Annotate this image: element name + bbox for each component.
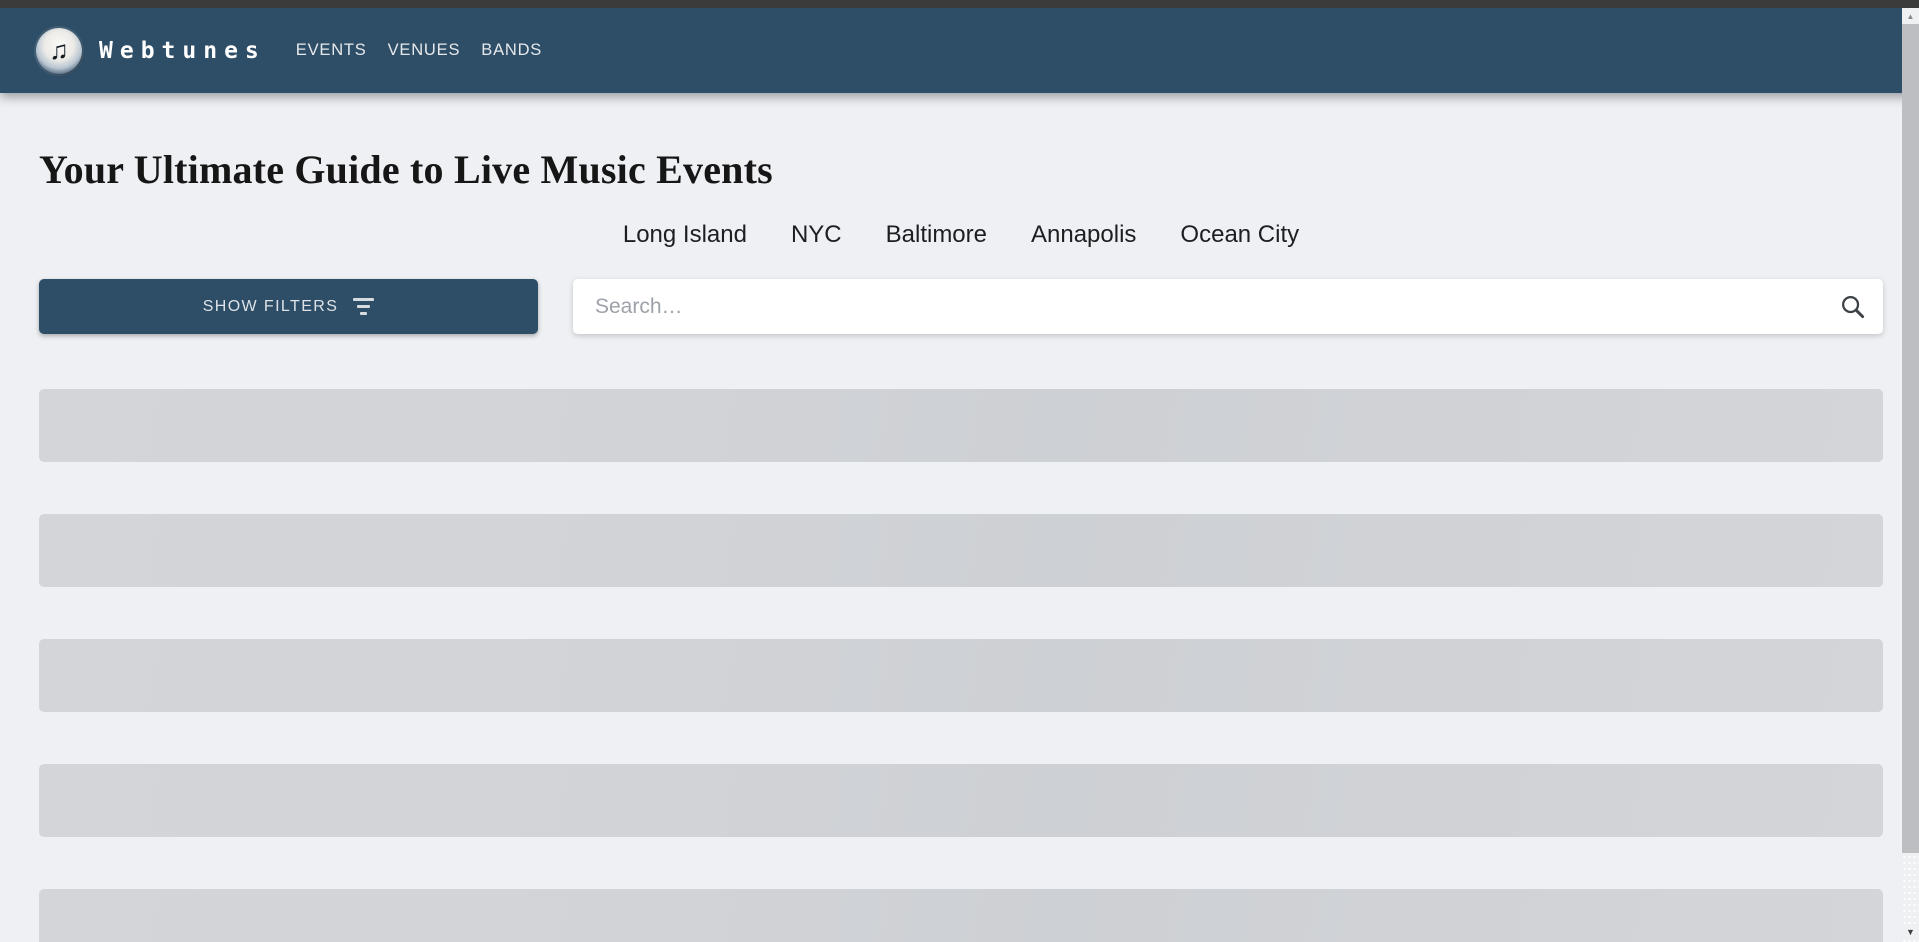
music-note-logo-icon: ♫: [36, 27, 82, 74]
nav-link-venues[interactable]: VENUES: [388, 41, 461, 60]
navbar: ♫ Webtunes EVENTS VENUES BANDS: [0, 8, 1919, 93]
skeleton-row: [39, 639, 1883, 712]
vertical-scrollbar[interactable]: ▲ ▼: [1902, 8, 1919, 942]
brand-title[interactable]: Webtunes: [99, 38, 266, 64]
city-link-annapolis[interactable]: Annapolis: [1031, 221, 1136, 249]
results-skeleton-list: [39, 389, 1883, 942]
scrollbar-thumb[interactable]: [1902, 24, 1919, 853]
skeleton-row: [39, 389, 1883, 462]
city-link-ocean-city[interactable]: Ocean City: [1180, 221, 1299, 249]
main-content: Your Ultimate Guide to Live Music Events…: [0, 93, 1902, 942]
page-title: Your Ultimate Guide to Live Music Events: [39, 147, 773, 192]
scroll-down-arrow-button[interactable]: ▼: [1902, 924, 1919, 940]
controls-row: SHOW FILTERS: [39, 279, 1883, 334]
search-input[interactable]: [573, 279, 1883, 334]
search-box: [573, 279, 1883, 334]
nav-link-bands[interactable]: BANDS: [481, 41, 542, 60]
main-nav: EVENTS VENUES BANDS: [296, 41, 542, 60]
show-filters-button[interactable]: SHOW FILTERS: [39, 279, 538, 334]
skeleton-row: [39, 514, 1883, 587]
skeleton-row: [39, 764, 1883, 837]
city-link-nyc[interactable]: NYC: [791, 221, 842, 249]
window-top-strip: [0, 0, 1919, 8]
nav-link-events[interactable]: EVENTS: [296, 41, 367, 60]
scroll-up-arrow-button[interactable]: ▲: [1902, 8, 1919, 24]
logo-glyph: ♫: [49, 35, 69, 65]
city-links: Long Island NYC Baltimore Annapolis Ocea…: [39, 221, 1883, 249]
show-filters-label: SHOW FILTERS: [202, 297, 339, 315]
city-link-baltimore[interactable]: Baltimore: [886, 221, 987, 249]
skeleton-row: [39, 889, 1883, 942]
city-link-long-island[interactable]: Long Island: [623, 221, 747, 249]
filter-icon: [353, 298, 375, 315]
search-icon[interactable]: [1838, 293, 1866, 321]
